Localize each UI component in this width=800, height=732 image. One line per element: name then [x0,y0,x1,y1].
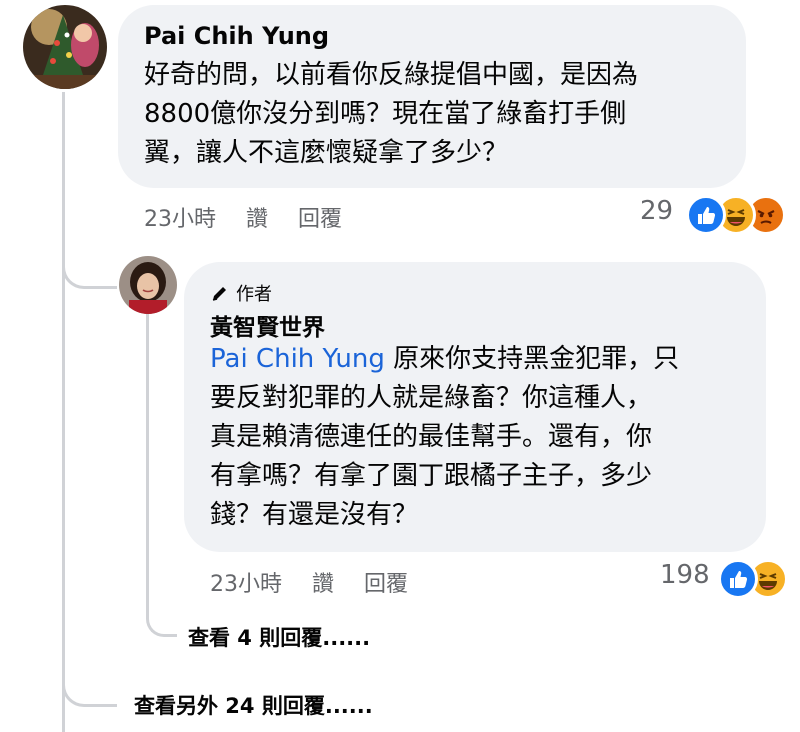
like-icon[interactable] [686,195,726,235]
comment-line: 翼，讓人不這麼懷疑拿了多少？ [144,138,509,168]
comment-reply-button[interactable]: 回覆 [298,207,342,232]
comment-meta: 23小時 讚 回覆 [144,201,372,233]
mention-link[interactable]: Pai Chih Yung [210,344,385,374]
reply-line: 有拿嗎？有拿了園丁跟橘子主子，多少 [210,461,653,491]
comment-line: 好奇的問，以前看你反綠提倡中國，是因為 [144,60,639,90]
thread-line-branch-2 [146,608,177,637]
reply-text: Pai Chih Yung 原來你支持黑金犯罪，只 要反對犯罪的人就是綠畜？你這… [210,340,679,535]
reply-line: 要反對犯罪的人就是綠畜？你這種人， [210,383,653,413]
reply-line: 真是賴清德連任的最佳幫手。還有，你 [210,422,653,452]
reply-line: 錢？有還是沒有？ [210,500,419,530]
thread-line-main [62,92,65,732]
like-icon[interactable] [718,559,758,599]
comment-time[interactable]: 23小時 [144,207,216,232]
thread-line-branch-1 [62,256,117,289]
reply-like-button[interactable]: 讚 [312,572,334,597]
author-badge-label: 作者 [236,284,272,305]
view-replies-link[interactable]: 查看 4 則回覆...... [188,622,370,652]
comment-text: 好奇的問，以前看你反綠提倡中國，是因為 8800億你沒分到嗎？現在當了綠畜打手側… [144,56,638,173]
reply-reaction-count[interactable]: 198 [660,560,710,590]
comment-like-button[interactable]: 讚 [246,207,268,232]
comment-reaction-count[interactable]: 29 [640,196,673,226]
reply-author-avatar[interactable] [119,256,177,314]
reply-time[interactable]: 23小時 [210,572,282,597]
reply-line-rest: 原來你支持黑金犯罪，只 [384,344,680,374]
thread-line-reply [146,314,149,614]
reply-reply-button[interactable]: 回覆 [364,572,408,597]
reply-meta: 23小時 讚 回覆 [210,566,438,598]
thread-line-branch-3 [62,676,117,707]
pen-icon [210,283,230,308]
author-badge: 作者 [210,280,272,308]
reply-author[interactable]: 黃智賢世界 [210,308,325,342]
commenter-avatar[interactable] [23,5,107,89]
reply-first-line: Pai Chih Yung 原來你支持黑金犯罪，只 [210,340,679,379]
comment-line: 8800億你沒分到嗎？現在當了綠畜打手側 [144,99,627,129]
view-more-replies-link[interactable]: 查看另外 24 則回覆...... [134,690,373,720]
comment-author[interactable]: Pai Chih Yung [144,22,329,50]
